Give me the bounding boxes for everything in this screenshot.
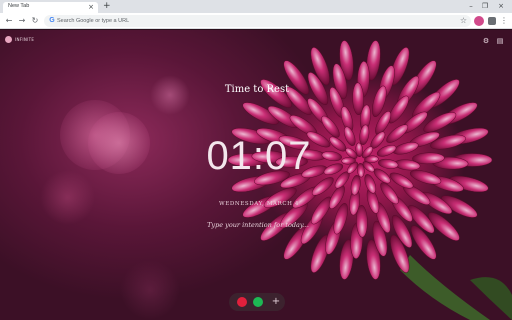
quick-dock: + — [229, 293, 285, 311]
spotify-icon[interactable] — [253, 297, 263, 307]
address-bar[interactable]: G ☆ — [44, 15, 471, 27]
date-text: WEDNESDAY, MARCH 4 — [218, 201, 300, 207]
close-window-button[interactable]: × — [494, 0, 508, 12]
intention-input[interactable] — [196, 219, 320, 231]
brand-logo-icon — [5, 36, 12, 43]
red-app-icon[interactable] — [237, 297, 247, 307]
greeting-headline: Time to Rest — [224, 84, 290, 95]
flower-petal — [409, 170, 442, 185]
minimize-button[interactable]: – — [464, 0, 478, 12]
tab-close-icon[interactable]: × — [88, 2, 94, 13]
new-tab-button[interactable]: + — [103, 1, 111, 12]
extensions-puzzle-icon[interactable] — [488, 17, 496, 25]
flower-petal — [321, 151, 342, 162]
forward-button[interactable]: → — [16, 15, 28, 27]
brand-logo[interactable]: INFINITE — [5, 36, 34, 43]
wallpaper-gallery-icon[interactable]: ▤ — [496, 37, 504, 45]
settings-gear-icon[interactable]: ⚙ — [482, 37, 490, 45]
google-icon: G — [49, 17, 55, 24]
flower-petal — [359, 124, 370, 145]
bookmark-star-icon[interactable]: ☆ — [460, 15, 467, 27]
flower-petal — [386, 124, 409, 143]
brand-name: INFINITE — [15, 37, 35, 42]
reload-button[interactable]: ↻ — [29, 15, 41, 27]
browser-toolbar: ← → ↻ G ☆ ⋮ — [0, 13, 512, 29]
profile-avatar[interactable] — [474, 16, 484, 26]
flower-petal — [378, 158, 399, 169]
maximize-button[interactable]: ❐ — [478, 0, 492, 12]
tab-strip: New Tab × + – ❐ × — [0, 0, 512, 13]
back-button[interactable]: ← — [3, 15, 15, 27]
flower-petal — [350, 175, 361, 196]
browser-menu-icon[interactable]: ⋮ — [498, 15, 510, 27]
search-input[interactable] — [57, 16, 437, 26]
tab-title: New Tab — [8, 3, 30, 9]
tab-new-tab[interactable]: New Tab × — [3, 2, 98, 13]
clock-time: 01:07 — [206, 134, 312, 178]
add-shortcut-button[interactable]: + — [271, 296, 281, 308]
